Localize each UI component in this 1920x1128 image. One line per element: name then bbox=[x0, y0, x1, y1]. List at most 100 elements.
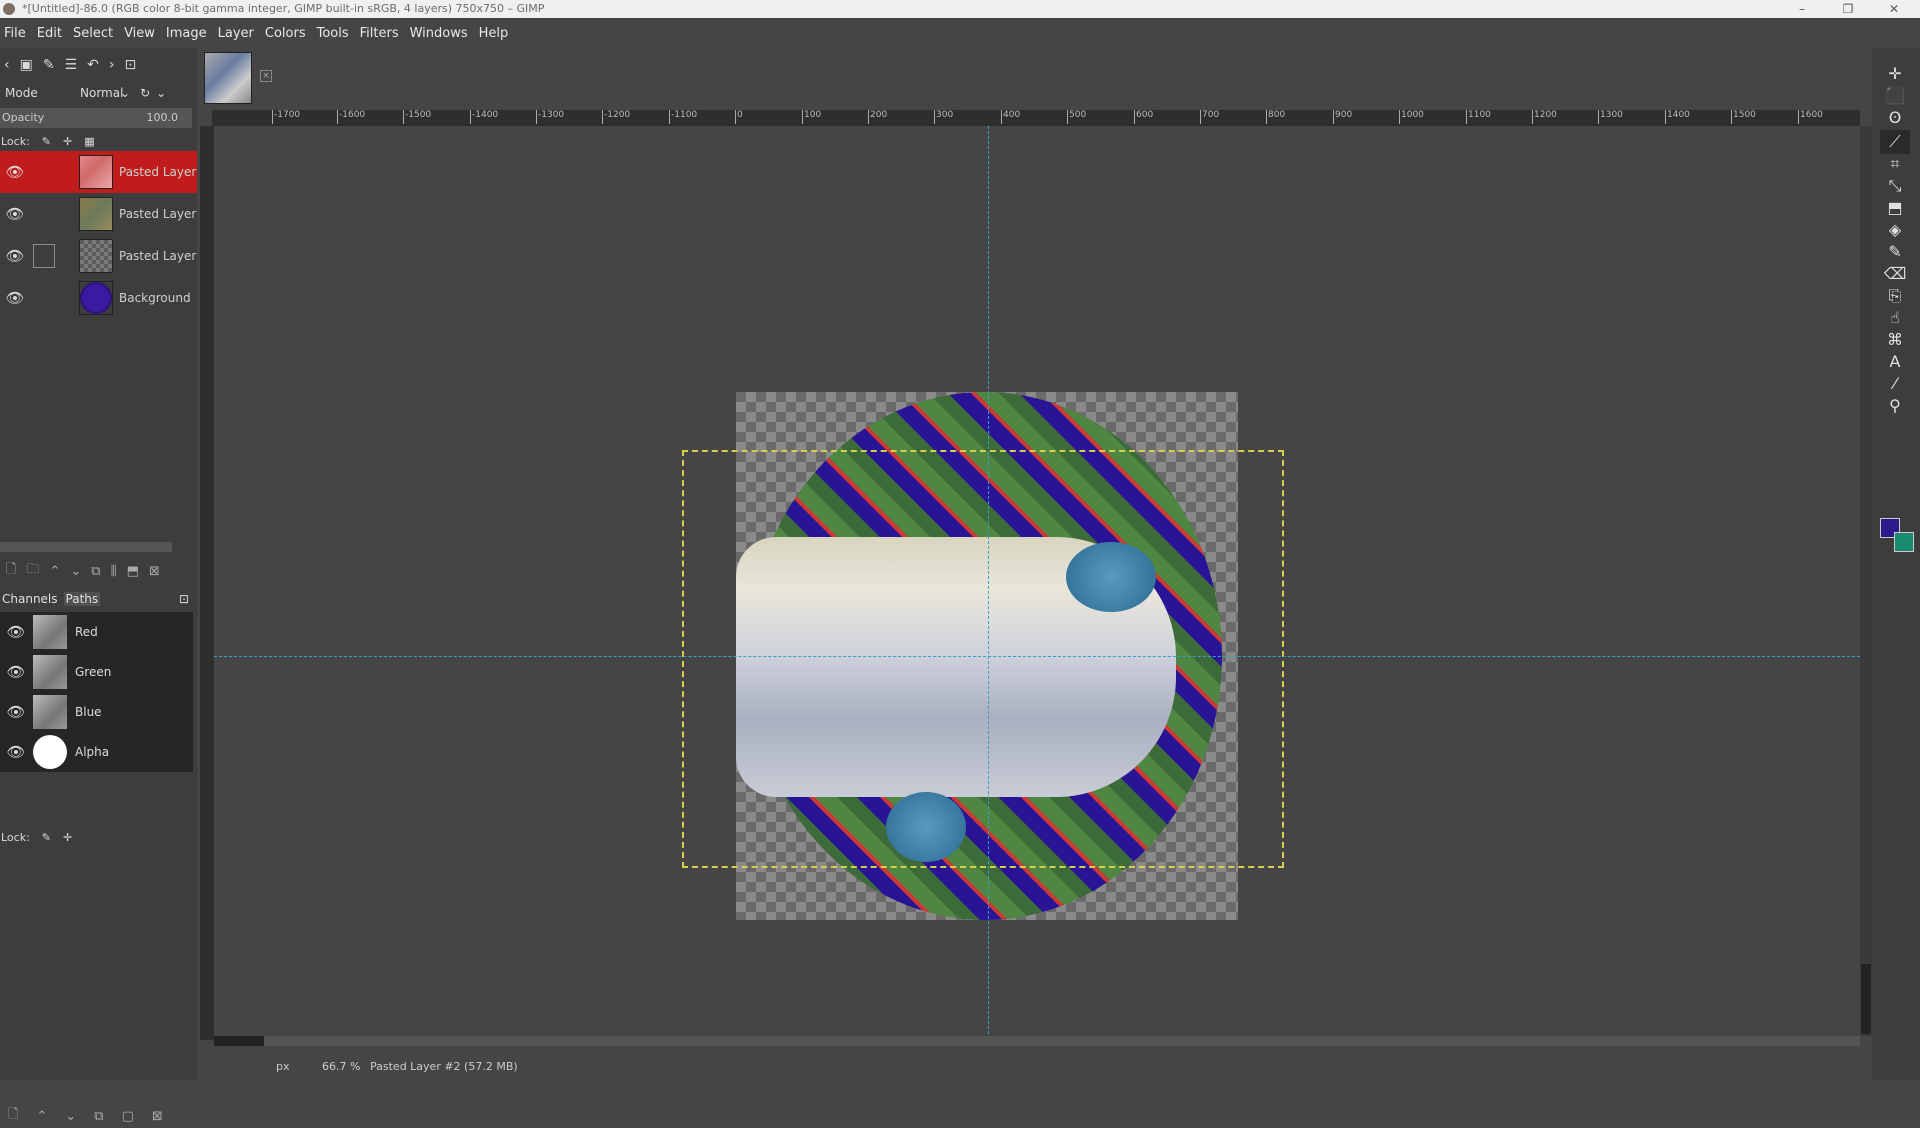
dock-menu-icon[interactable]: ⊡ bbox=[124, 57, 136, 73]
channel-to-selection-icon[interactable]: ▢ bbox=[122, 1109, 134, 1124]
eye-icon[interactable]: 👁 bbox=[3, 205, 27, 223]
image-tab-thumbnail[interactable] bbox=[204, 52, 252, 104]
menu-file[interactable]: File bbox=[4, 26, 26, 41]
eye-icon[interactable]: 👁 bbox=[3, 743, 29, 761]
zoom-select[interactable]: 66.7 % bbox=[322, 1060, 370, 1073]
chain-toggle[interactable] bbox=[33, 286, 55, 310]
menu-layer[interactable]: Layer bbox=[218, 26, 254, 41]
eraser-icon[interactable]: ⌫ bbox=[1880, 262, 1910, 286]
duplicate-layer-icon[interactable]: ⧉ bbox=[91, 564, 100, 579]
eye-icon[interactable]: 👁 bbox=[3, 663, 29, 681]
menu-colors[interactable]: Colors bbox=[265, 26, 306, 41]
lower-layer-icon[interactable]: ⌄ bbox=[70, 564, 81, 579]
chain-toggle[interactable] bbox=[33, 244, 55, 268]
minimize-button[interactable]: – bbox=[1782, 0, 1822, 18]
menu-filters[interactable]: Filters bbox=[360, 26, 399, 41]
duplicate-channel-icon[interactable]: ⧉ bbox=[94, 1109, 103, 1124]
unit-select[interactable]: px bbox=[276, 1060, 322, 1073]
vertical-guide[interactable] bbox=[988, 126, 989, 1034]
bucket-fill-icon[interactable]: ◈ bbox=[1880, 218, 1910, 242]
scroll-thumb[interactable] bbox=[1861, 964, 1871, 1034]
paintbrush-icon[interactable]: ✎ bbox=[1880, 240, 1910, 264]
menu-image[interactable]: Image bbox=[166, 26, 207, 41]
layers-tab-icon[interactable]: ☰ bbox=[65, 57, 78, 73]
chevron-down-icon[interactable]: ⌄ bbox=[120, 86, 130, 100]
scroll-thumb[interactable] bbox=[214, 1036, 264, 1046]
color-picker-icon[interactable]: ⁄ bbox=[1880, 372, 1910, 396]
paths-tool-icon[interactable]: ⌘ bbox=[1880, 328, 1910, 352]
lock-position-icon[interactable]: ✛ bbox=[63, 135, 72, 148]
opacity-slider[interactable]: Opacity 100.0 bbox=[0, 108, 192, 128]
eye-icon[interactable]: 👁 bbox=[3, 289, 27, 307]
horizontal-ruler[interactable]: -1700 -1600 -1500 -1400 -1300 -1200 -110… bbox=[212, 110, 1860, 126]
layer-name[interactable]: Pasted Layer bbox=[119, 165, 196, 179]
vertical-ruler[interactable] bbox=[200, 126, 214, 1040]
forward-icon[interactable]: › bbox=[109, 57, 115, 73]
lock-position-icon[interactable]: ✛ bbox=[63, 831, 72, 844]
layer-row[interactable]: 👁 Background bbox=[0, 277, 197, 319]
tab-channels[interactable]: Channels bbox=[2, 592, 58, 606]
anchor-layer-icon[interactable]: ⫼ bbox=[111, 564, 117, 579]
crop-tool-icon[interactable]: ⌗ bbox=[1880, 152, 1910, 176]
eye-icon[interactable]: 👁 bbox=[3, 703, 29, 721]
menu-help[interactable]: Help bbox=[479, 26, 509, 41]
menu-view[interactable]: View bbox=[124, 26, 155, 41]
brushes-tab-icon[interactable]: ✎ bbox=[43, 57, 55, 73]
layer-list-scrollbar[interactable] bbox=[0, 542, 172, 552]
free-select-icon[interactable]: ʘ bbox=[1880, 106, 1910, 130]
unified-transform-icon[interactable]: ⤡ bbox=[1880, 174, 1910, 198]
lock-alpha-icon[interactable]: ▦ bbox=[84, 135, 94, 148]
menu-windows[interactable]: Windows bbox=[410, 26, 468, 41]
mode-switch-icon[interactable]: ↻ bbox=[140, 86, 150, 100]
clone-tool-icon[interactable]: ⎘ bbox=[1880, 284, 1910, 308]
menu-tools[interactable]: Tools bbox=[317, 26, 349, 41]
lower-channel-icon[interactable]: ⌄ bbox=[65, 1109, 76, 1124]
eye-icon[interactable]: 👁 bbox=[3, 163, 27, 181]
chain-toggle[interactable] bbox=[33, 202, 55, 226]
layer-name[interactable]: Pasted Layer bbox=[119, 207, 196, 221]
chevron-down-icon[interactable]: ⌄ bbox=[156, 86, 166, 100]
align-tool-icon[interactable]: ⬛ bbox=[1880, 84, 1910, 108]
menu-edit[interactable]: Edit bbox=[37, 26, 62, 41]
raise-channel-icon[interactable]: ⌃ bbox=[36, 1109, 47, 1124]
layer-row[interactable]: 👁 Pasted Layer bbox=[0, 193, 197, 235]
undo-tab-icon[interactable]: ↶ bbox=[87, 57, 99, 73]
tab-paths[interactable]: Paths bbox=[63, 592, 101, 606]
new-layer-group-icon[interactable]: 🗀 bbox=[26, 560, 39, 582]
delete-channel-icon[interactable]: ⊠ bbox=[152, 1109, 163, 1124]
delete-layer-icon[interactable]: ⊠ bbox=[149, 564, 160, 579]
eye-icon[interactable]: 👁 bbox=[3, 247, 27, 265]
maximize-button[interactable]: ❐ bbox=[1828, 0, 1868, 18]
layer-row[interactable]: 👁 Pasted Layer bbox=[0, 151, 197, 193]
chain-toggle[interactable] bbox=[33, 160, 55, 184]
layer-name[interactable]: Pasted Layer bbox=[119, 249, 196, 263]
layer-name[interactable]: Background bbox=[119, 291, 191, 305]
channel-row[interactable]: 👁 Alpha bbox=[0, 732, 193, 772]
background-color-swatch[interactable] bbox=[1894, 532, 1914, 552]
new-channel-icon[interactable]: 🗋 bbox=[8, 1105, 18, 1127]
horizontal-scrollbar[interactable] bbox=[214, 1036, 1860, 1046]
channel-row[interactable]: 👁 Red bbox=[0, 612, 193, 652]
fuzzy-select-icon[interactable]: ⟋ bbox=[1880, 130, 1910, 154]
close-icon[interactable]: × bbox=[260, 70, 272, 82]
layer-row[interactable]: 👁 Pasted Layer bbox=[0, 235, 197, 277]
raise-layer-icon[interactable]: ⌃ bbox=[49, 564, 60, 579]
channel-row[interactable]: 👁 Green bbox=[0, 652, 193, 692]
lock-pixels-icon[interactable]: ✎ bbox=[42, 135, 51, 148]
smudge-tool-icon[interactable]: ☝ bbox=[1880, 306, 1910, 330]
mode-select[interactable]: Normal bbox=[80, 86, 123, 100]
new-layer-icon[interactable]: 🗋 bbox=[6, 560, 16, 582]
horizontal-guide[interactable] bbox=[214, 656, 1860, 657]
dock-menu-icon[interactable]: ⊡ bbox=[179, 592, 189, 606]
warp-transform-icon[interactable]: ⬒ bbox=[1880, 196, 1910, 220]
close-window-button[interactable]: ✕ bbox=[1874, 0, 1914, 18]
text-tool-icon[interactable]: A bbox=[1880, 350, 1910, 374]
channel-row[interactable]: 👁 Blue bbox=[0, 692, 193, 732]
zoom-tool-icon[interactable]: ⚲ bbox=[1880, 394, 1910, 418]
back-icon[interactable]: ‹ bbox=[4, 57, 10, 73]
vertical-scrollbar[interactable] bbox=[1860, 126, 1872, 1036]
move-tool-icon[interactable]: ✛ bbox=[1880, 62, 1910, 86]
eye-icon[interactable]: 👁 bbox=[3, 623, 29, 641]
tool-options-tab-icon[interactable]: ▣ bbox=[20, 57, 33, 73]
canvas[interactable] bbox=[214, 126, 1860, 1034]
